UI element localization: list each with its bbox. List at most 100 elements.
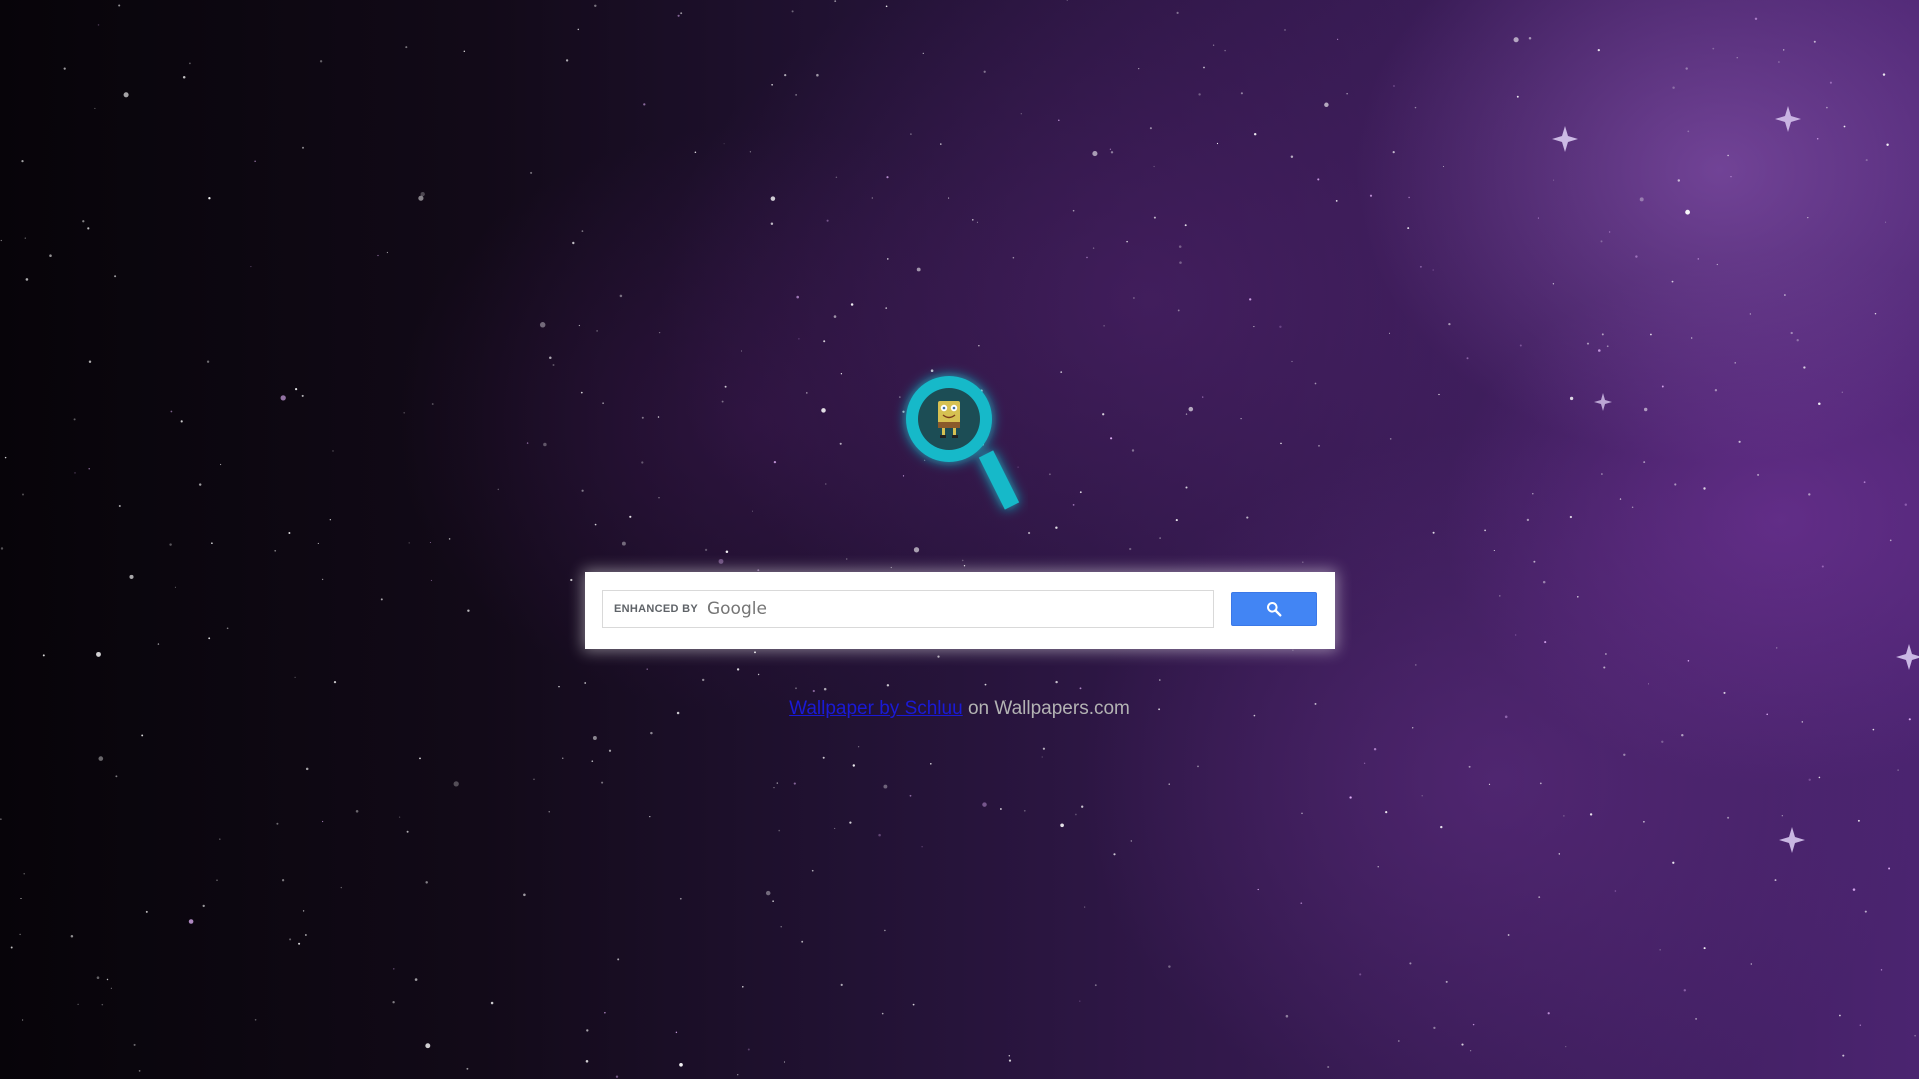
star xyxy=(801,940,804,943)
star xyxy=(180,420,183,423)
star xyxy=(189,62,191,65)
star xyxy=(586,1029,589,1032)
star xyxy=(1149,127,1152,130)
star xyxy=(24,237,26,239)
star xyxy=(658,497,660,499)
star xyxy=(1132,297,1135,299)
search-button[interactable] xyxy=(1231,592,1317,626)
star xyxy=(1314,382,1317,385)
search-input[interactable] xyxy=(772,593,1213,625)
star xyxy=(1703,947,1706,950)
star xyxy=(1060,823,1064,828)
star xyxy=(157,643,160,645)
star xyxy=(1433,1026,1436,1030)
star xyxy=(429,541,431,544)
star xyxy=(4,456,7,459)
star xyxy=(822,756,825,759)
star xyxy=(1784,294,1786,296)
star xyxy=(1202,396,1204,398)
star xyxy=(1882,73,1886,76)
star xyxy=(701,678,705,682)
star xyxy=(1253,326,1255,328)
sparkle-star xyxy=(1594,393,1612,411)
star xyxy=(1577,596,1579,598)
star xyxy=(1558,853,1561,855)
star xyxy=(321,578,324,581)
star xyxy=(1103,325,1105,327)
star xyxy=(1507,934,1510,936)
star xyxy=(1008,1059,1012,1062)
star xyxy=(1280,442,1282,445)
star xyxy=(49,254,52,257)
star xyxy=(302,146,304,149)
star xyxy=(1528,37,1532,40)
star xyxy=(1397,1040,1400,1042)
star xyxy=(453,781,459,787)
star xyxy=(463,50,466,53)
star xyxy=(1159,679,1161,681)
star xyxy=(948,197,950,199)
star xyxy=(1327,1065,1330,1069)
star xyxy=(1716,263,1718,266)
star xyxy=(549,356,552,360)
star xyxy=(408,542,410,544)
star xyxy=(1515,634,1517,636)
star xyxy=(1359,973,1362,976)
star xyxy=(835,176,838,179)
star xyxy=(169,543,172,546)
star xyxy=(1643,461,1646,464)
star xyxy=(773,460,777,464)
star xyxy=(533,778,535,781)
star xyxy=(1240,92,1243,95)
star xyxy=(1461,1043,1464,1046)
star xyxy=(114,275,117,278)
star xyxy=(916,267,921,272)
star xyxy=(1513,37,1519,43)
star xyxy=(106,978,109,981)
star xyxy=(321,820,324,823)
star xyxy=(490,1001,494,1005)
star xyxy=(580,391,583,394)
star xyxy=(1552,283,1555,285)
star xyxy=(319,60,323,63)
star xyxy=(1776,647,1778,649)
star xyxy=(1685,209,1690,215)
star xyxy=(419,757,421,760)
star xyxy=(1300,902,1303,905)
star xyxy=(98,756,104,761)
star xyxy=(1493,549,1495,552)
star xyxy=(982,802,987,807)
star xyxy=(1197,765,1199,768)
star xyxy=(88,360,92,363)
star xyxy=(82,220,85,223)
star xyxy=(773,786,775,789)
star xyxy=(1644,407,1648,412)
star xyxy=(1377,866,1379,868)
star xyxy=(793,782,796,785)
star xyxy=(591,760,594,763)
star xyxy=(1754,17,1758,21)
star xyxy=(594,523,597,526)
star xyxy=(1472,1023,1475,1026)
star xyxy=(386,251,388,254)
star xyxy=(211,542,213,545)
star xyxy=(1317,178,1320,181)
star xyxy=(1714,389,1718,392)
star xyxy=(1538,896,1541,899)
star xyxy=(1060,371,1063,373)
star xyxy=(1257,888,1259,891)
star xyxy=(910,133,912,135)
star xyxy=(250,266,252,268)
star xyxy=(677,14,680,17)
star xyxy=(1597,48,1600,52)
search-field[interactable]: ENHANCED BY Google xyxy=(602,590,1214,628)
star xyxy=(747,1048,750,1051)
star xyxy=(1094,984,1097,987)
star xyxy=(816,73,819,77)
star xyxy=(675,1031,678,1034)
star xyxy=(1565,1045,1567,1048)
wallpaper-author-link[interactable]: Wallpaper by Schluu xyxy=(789,698,963,719)
star xyxy=(1240,417,1242,420)
search-icon xyxy=(1267,602,1282,617)
star xyxy=(1623,753,1626,756)
